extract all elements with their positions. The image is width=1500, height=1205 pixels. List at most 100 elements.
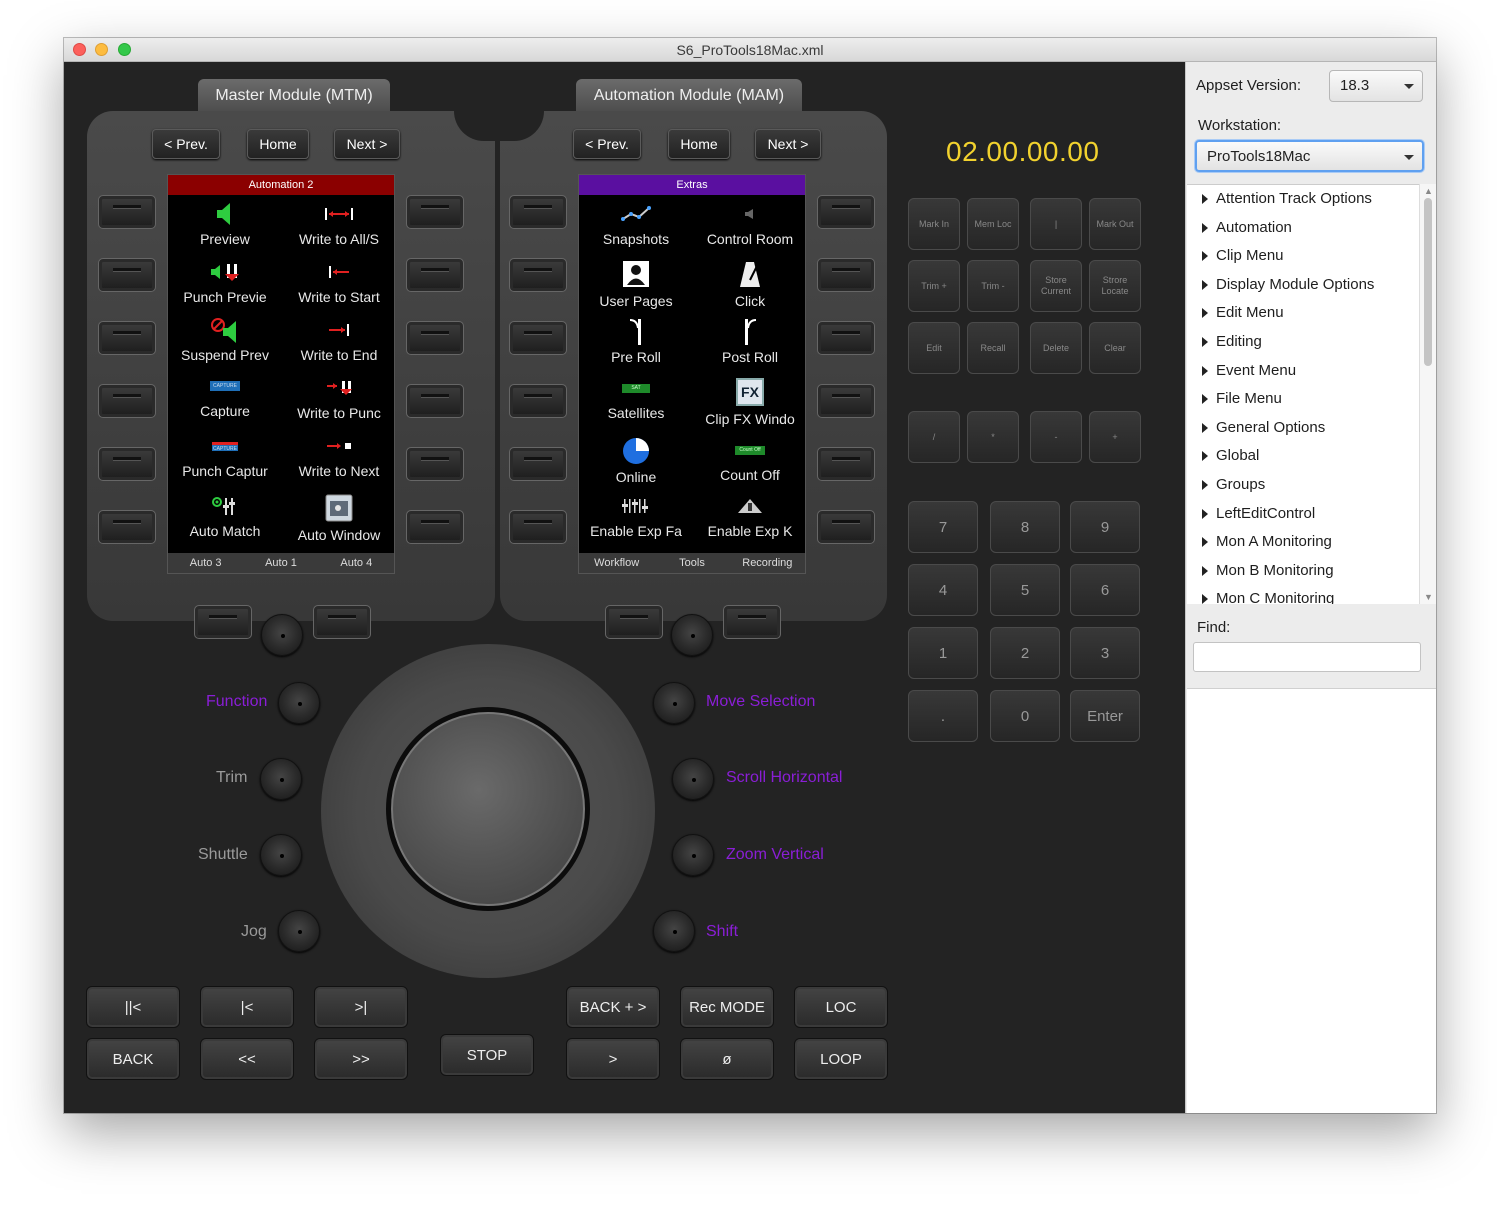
bar-key[interactable]: |: [1030, 198, 1082, 250]
appset-version-select[interactable]: 18.3: [1329, 70, 1423, 102]
tree-item[interactable]: File Menu: [1187, 385, 1419, 414]
suspend-preview-cell[interactable]: Suspend Prev: [168, 317, 282, 363]
numpad-key[interactable]: 7: [908, 501, 978, 553]
screen-knob[interactable]: [671, 614, 713, 656]
trim-knob[interactable]: [260, 758, 302, 800]
scroll-horizontal-knob[interactable]: [672, 758, 714, 800]
soft-key[interactable]: [406, 258, 464, 292]
enable-exp-knob-cell[interactable]: Enable Exp K: [693, 493, 807, 539]
tree-item[interactable]: Global: [1187, 442, 1419, 471]
tree-item[interactable]: Groups: [1187, 471, 1419, 500]
soft-key[interactable]: [817, 321, 875, 355]
right-home-button[interactable]: Home: [668, 129, 730, 159]
footer-tab[interactable]: Workflow: [579, 553, 654, 573]
soft-key[interactable]: [194, 605, 252, 639]
tree-item[interactable]: Mon C Monitoring: [1187, 585, 1419, 604]
soft-key[interactable]: [509, 321, 567, 355]
pre-roll-cell[interactable]: Pre Roll: [579, 319, 693, 365]
numpad-key[interactable]: 5: [990, 564, 1060, 616]
soft-key[interactable]: [817, 510, 875, 544]
tree-item[interactable]: Editing: [1187, 328, 1419, 357]
soft-key[interactable]: [817, 384, 875, 418]
mark-out-key[interactable]: Mark Out: [1089, 198, 1141, 250]
numpad-key[interactable]: 2: [990, 627, 1060, 679]
minus-key[interactable]: -: [1030, 411, 1082, 463]
numpad-key[interactable]: 8: [990, 501, 1060, 553]
soft-key[interactable]: [406, 321, 464, 355]
soft-key[interactable]: [817, 195, 875, 229]
delete-key[interactable]: Delete: [1030, 322, 1082, 374]
numpad-key[interactable]: 6: [1070, 564, 1140, 616]
tree-item[interactable]: LeftEditControl: [1187, 500, 1419, 529]
write-to-end-cell[interactable]: Write to End: [282, 317, 396, 363]
left-prev-button[interactable]: < Prev.: [152, 129, 220, 159]
multiply-key[interactable]: *: [967, 411, 1019, 463]
soft-key[interactable]: [406, 384, 464, 418]
auto-match-cell[interactable]: Auto Match: [168, 493, 282, 539]
function-knob[interactable]: [278, 682, 320, 724]
go-to-start-button[interactable]: ||<: [86, 986, 180, 1028]
soft-key[interactable]: [817, 258, 875, 292]
store-current-key[interactable]: Store Current: [1030, 260, 1082, 312]
recall-key[interactable]: Recall: [967, 322, 1019, 374]
soft-key[interactable]: [509, 195, 567, 229]
numpad-key[interactable]: 0: [990, 690, 1060, 742]
footer-tab[interactable]: Auto 3: [168, 553, 243, 573]
user-pages-cell[interactable]: User Pages: [579, 259, 693, 309]
shift-knob[interactable]: [653, 910, 695, 952]
numpad-key[interactable]: 9: [1070, 501, 1140, 553]
footer-tab[interactable]: Auto 1: [243, 553, 318, 573]
back-play-button[interactable]: BACK + >: [566, 986, 660, 1028]
fast-forward-button[interactable]: >>: [314, 1038, 408, 1080]
edit-key[interactable]: Edit: [908, 322, 960, 374]
numpad-key[interactable]: 1: [908, 627, 978, 679]
write-to-next-cell[interactable]: Write to Next: [282, 433, 396, 479]
soft-key[interactable]: [98, 195, 156, 229]
workstation-select[interactable]: ProTools18Mac: [1195, 140, 1424, 172]
numpad-enter-key[interactable]: Enter: [1070, 690, 1140, 742]
trim-minus-key[interactable]: Trim -: [967, 260, 1019, 312]
tab-master-module[interactable]: Master Module (MTM): [198, 79, 390, 113]
count-off-cell[interactable]: Count Off Count Off: [693, 437, 807, 483]
clear-key[interactable]: Clear: [1089, 322, 1141, 374]
soft-key[interactable]: [509, 447, 567, 481]
tree-item[interactable]: Attention Track Options: [1187, 185, 1419, 214]
tree-item[interactable]: Clip Menu: [1187, 242, 1419, 271]
stop-button[interactable]: STOP: [440, 1034, 534, 1076]
move-selection-knob[interactable]: [653, 682, 695, 724]
tree-item[interactable]: Mon A Monitoring: [1187, 528, 1419, 557]
punch-preview-cell[interactable]: Punch Previe: [168, 259, 282, 305]
soft-key[interactable]: [406, 447, 464, 481]
satellites-cell[interactable]: SAT Satellites: [579, 375, 693, 421]
scroll-up-icon[interactable]: ▲: [1424, 186, 1433, 196]
preview-cell[interactable]: Preview: [168, 201, 282, 247]
write-to-all-cell[interactable]: Write to All/S: [282, 201, 396, 247]
jog-wheel[interactable]: [391, 712, 585, 906]
clip-fx-window-cell[interactable]: FX Clip FX Windo: [693, 377, 807, 427]
right-next-button[interactable]: Next >: [755, 129, 821, 159]
left-home-button[interactable]: Home: [247, 129, 309, 159]
zoom-vertical-knob[interactable]: [672, 834, 714, 876]
soft-key[interactable]: [98, 447, 156, 481]
next-marker-button[interactable]: >|: [314, 986, 408, 1028]
mark-in-key[interactable]: Mark In: [908, 198, 960, 250]
tree-scrollbar[interactable]: ▲ ▼: [1419, 184, 1436, 604]
footer-tab[interactable]: Recording: [730, 553, 805, 573]
soft-key[interactable]: [406, 510, 464, 544]
write-to-start-cell[interactable]: Write to Start: [282, 259, 396, 305]
tree-item[interactable]: Edit Menu: [1187, 299, 1419, 328]
soft-key[interactable]: [98, 384, 156, 418]
tab-automation-module[interactable]: Automation Module (MAM): [576, 79, 802, 113]
store-locate-key[interactable]: Strore Locate: [1089, 260, 1141, 312]
soft-key[interactable]: [98, 510, 156, 544]
soft-key[interactable]: [509, 258, 567, 292]
numpad-key[interactable]: 3: [1070, 627, 1140, 679]
record-button[interactable]: ø: [680, 1038, 774, 1080]
snapshots-cell[interactable]: Snapshots: [579, 201, 693, 247]
jog-knob[interactable]: [278, 910, 320, 952]
capture-cell[interactable]: CAPTURE Capture: [168, 373, 282, 419]
click-cell[interactable]: Click: [693, 259, 807, 309]
find-input[interactable]: [1193, 642, 1421, 672]
punch-capture-cell[interactable]: CAPTURE Punch Captur: [168, 433, 282, 479]
soft-key[interactable]: [723, 605, 781, 639]
